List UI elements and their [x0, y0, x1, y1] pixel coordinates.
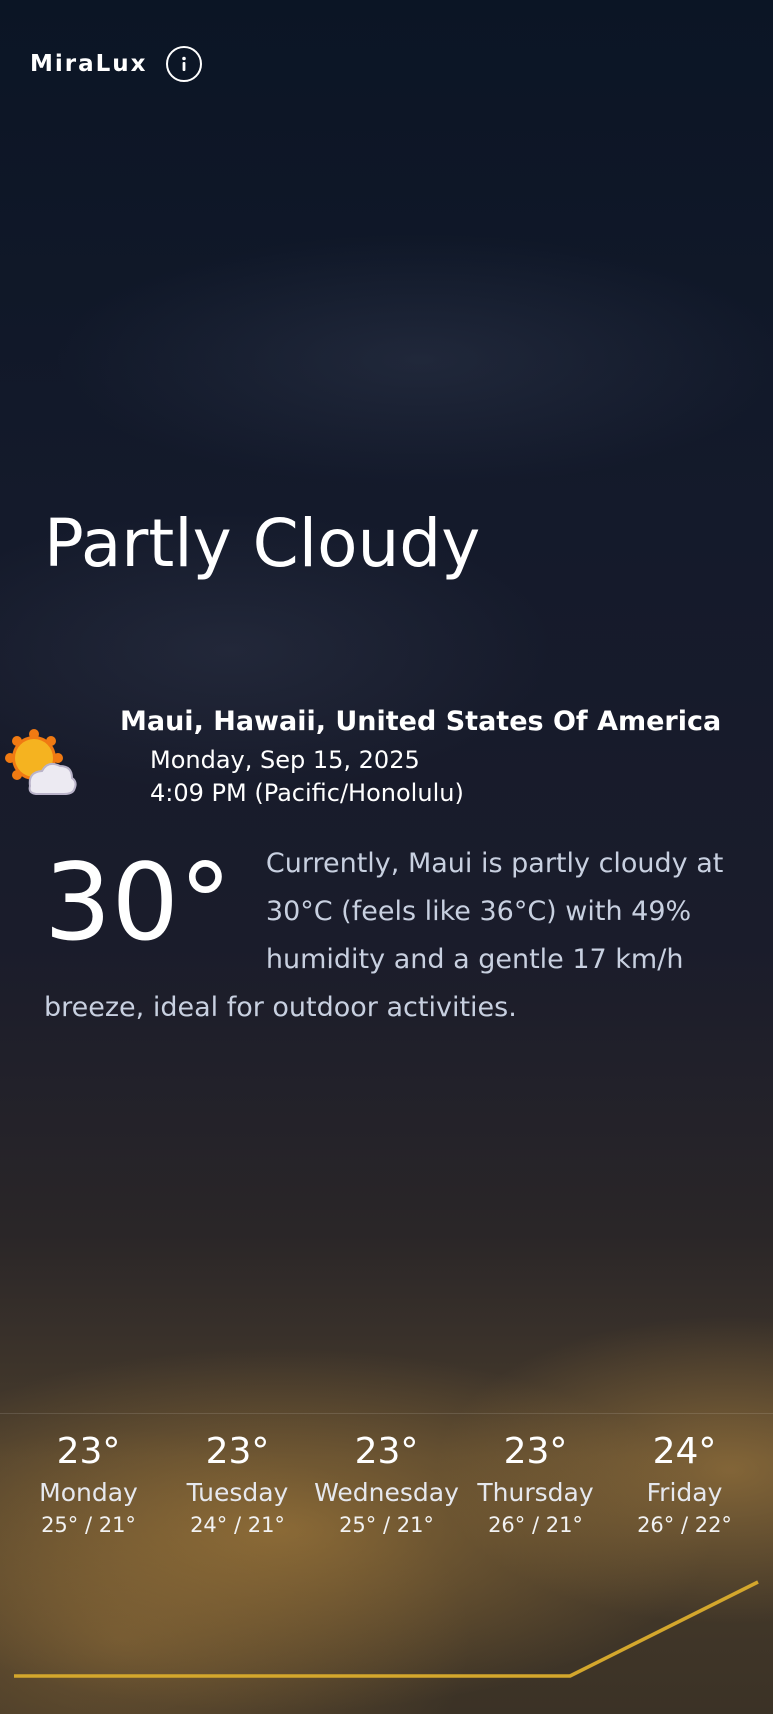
info-button[interactable]	[165, 46, 202, 82]
location-name: Maui, Hawaii, United States Of America	[120, 706, 722, 737]
forecast-range: 26° / 22°	[637, 1513, 732, 1537]
forecast-temp: 23°	[205, 1431, 270, 1472]
forecast-range: 26° / 21°	[488, 1513, 583, 1537]
weather-condition: Partly Cloudy	[44, 505, 481, 582]
forecast-range: 25° / 21°	[339, 1513, 434, 1537]
forecast-range: 25° / 21°	[41, 1513, 136, 1537]
forecast-temp: 23°	[503, 1431, 568, 1472]
forecast-day-wednesday[interactable]: 23° Wednesday 25° / 21°	[312, 1430, 461, 1540]
forecast-day-name: Wednesday	[314, 1478, 459, 1507]
app-name: MiraLux	[30, 51, 148, 77]
forecast-day-name: Tuesday	[186, 1478, 289, 1507]
location-time: 4:09 PM (Pacific/Honolulu)	[150, 779, 464, 807]
forecast-day-friday[interactable]: 24° Friday 26° / 22°	[610, 1430, 759, 1540]
location-date: Monday, Sep 15, 2025	[150, 746, 420, 774]
forecast-day-name: Thursday	[477, 1478, 594, 1507]
forecast-temp: 23°	[354, 1431, 419, 1472]
forecast-divider	[0, 1413, 773, 1414]
location-block: Maui, Hawaii, United States Of America M…	[0, 706, 773, 816]
app-header: MiraLux	[30, 46, 202, 82]
forecast-temp: 23°	[56, 1431, 121, 1472]
current-weather: 30° Currently, Maui is partly cloudy at …	[44, 840, 744, 1032]
trend-polyline	[14, 1580, 759, 1678]
forecast-day-name: Friday	[646, 1478, 723, 1507]
forecast-day-thursday[interactable]: 23° Thursday 26° / 21°	[461, 1430, 610, 1540]
forecast-day-monday[interactable]: 23° Monday 25° / 21°	[14, 1430, 163, 1540]
info-icon	[181, 56, 186, 71]
current-temperature: 30°	[44, 841, 232, 964]
forecast-day-tuesday[interactable]: 23° Tuesday 24° / 21°	[163, 1430, 312, 1540]
forecast-day-name: Monday	[39, 1478, 138, 1507]
temperature-trend-line	[14, 1580, 759, 1678]
forecast-range: 24° / 21°	[190, 1513, 285, 1537]
forecast-list: 23° Monday 25° / 21° 23° Tuesday 24° / 2…	[14, 1430, 759, 1540]
partly-cloudy-icon	[5, 729, 77, 795]
forecast-temp: 24°	[652, 1431, 717, 1472]
